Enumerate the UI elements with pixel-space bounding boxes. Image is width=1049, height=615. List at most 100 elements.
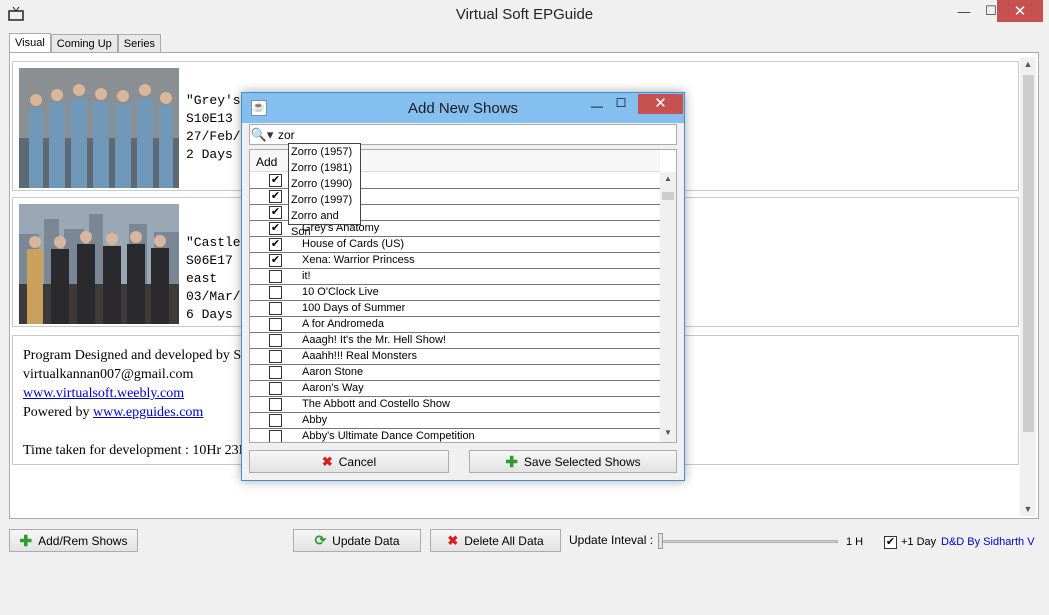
dialog-minimize-button[interactable]: —: [586, 99, 608, 115]
plus-one-day-label: +1 Day: [901, 536, 937, 548]
panel-scrollbar[interactable]: ▲ ▼: [1020, 57, 1036, 516]
add-checkbox[interactable]: [269, 398, 282, 411]
add-checkbox[interactable]: [269, 270, 282, 283]
tab-visual[interactable]: Visual: [9, 33, 51, 53]
plus-icon: ✚: [505, 453, 518, 471]
suggestion-item[interactable]: Zorro (1957): [289, 144, 360, 160]
window-title: Virtual Soft EPGuide: [455, 6, 594, 23]
dialog-title-bar: ☕ Add New Shows — ☐ ✕: [242, 93, 684, 123]
search-input[interactable]: [278, 126, 668, 143]
add-checkbox[interactable]: ✔: [269, 254, 282, 267]
suggestion-item[interactable]: Zorro (1990): [289, 176, 360, 192]
show-poster-image: [19, 68, 179, 188]
show-name: Aaahh!!! Real Monsters: [302, 350, 417, 362]
add-column-header[interactable]: Add: [256, 155, 277, 169]
close-button[interactable]: ✕: [997, 0, 1043, 22]
table-row[interactable]: it!: [250, 269, 660, 285]
suggestion-item[interactable]: Zorro and Son: [289, 208, 360, 238]
suggestion-item[interactable]: Zorro (1981): [289, 160, 360, 176]
add-checkbox[interactable]: [269, 318, 282, 331]
website-link[interactable]: www.virtualsoft.weebly.com: [23, 386, 184, 401]
show-name: A for Andromeda: [302, 318, 384, 330]
dialog-close-button[interactable]: ✕: [638, 94, 683, 114]
show-name: 100 Days of Summer: [302, 302, 406, 314]
search-icon[interactable]: 🔍▾: [250, 125, 274, 144]
dialog-maximize-button[interactable]: ☐: [610, 96, 632, 114]
add-checkbox[interactable]: [269, 414, 282, 427]
table-row[interactable]: Aaahh!!! Real Monsters: [250, 349, 660, 365]
about-text: Program Designed and developed by S virt…: [23, 346, 251, 460]
tab-series[interactable]: Series: [117, 34, 161, 53]
tab-coming-up[interactable]: Coming Up: [50, 34, 118, 53]
show-name: Abby: [302, 414, 328, 426]
refresh-icon: ⟳: [314, 532, 327, 548]
table-row[interactable]: Abby's Ultimate Dance Competition: [250, 429, 660, 442]
cancel-button[interactable]: ✖ Cancel: [249, 450, 449, 473]
table-row[interactable]: Aaagh! It's the Mr. Hell Show!: [250, 333, 660, 349]
scroll-down-icon[interactable]: ▼: [1020, 502, 1036, 516]
update-data-label: Update Data: [332, 533, 400, 548]
add-checkbox[interactable]: ✔: [269, 222, 282, 235]
table-row[interactable]: 100 Days of Summer: [250, 301, 660, 317]
scroll-thumb[interactable]: [662, 192, 674, 200]
save-selected-shows-button[interactable]: ✚ Save Selected Shows: [469, 450, 677, 473]
scroll-thumb[interactable]: [1023, 75, 1034, 432]
save-selected-shows-label: Save Selected Shows: [523, 454, 641, 469]
add-checkbox[interactable]: [269, 286, 282, 299]
update-data-button[interactable]: ⟳ Update Data: [293, 529, 421, 552]
cancel-label: Cancel: [338, 454, 377, 469]
show-name: Xena: Warrior Princess: [302, 254, 415, 266]
add-checkbox[interactable]: ✔: [269, 206, 282, 219]
show-name: The Abbott and Costello Show: [302, 398, 450, 410]
delete-all-data-button[interactable]: ✖ Delete All Data: [430, 529, 561, 552]
add-checkbox[interactable]: [269, 382, 282, 395]
show-name: Aaagh! It's the Mr. Hell Show!: [302, 334, 446, 346]
show-name: House of Cards (US): [302, 238, 405, 250]
powered-by-label: Powered by: [23, 405, 93, 420]
cancel-icon: ✖: [321, 453, 333, 469]
add-checkbox[interactable]: ✔: [269, 174, 282, 187]
update-interval-slider[interactable]: [660, 540, 838, 543]
add-rem-shows-label: Add/Rem Shows: [38, 533, 128, 548]
search-bar: 🔍▾: [249, 124, 677, 145]
add-rem-shows-button[interactable]: ✚ Add/Rem Shows: [9, 529, 138, 552]
table-row[interactable]: 10 O'Clock Live: [250, 285, 660, 301]
table-row[interactable]: Aaron Stone: [250, 365, 660, 381]
tab-strip: Visual Coming Up Series: [9, 33, 161, 53]
add-checkbox[interactable]: [269, 334, 282, 347]
list-scrollbar[interactable]: ▲ ▼: [660, 172, 676, 442]
table-row[interactable]: A for Andromeda: [250, 317, 660, 333]
table-row[interactable]: Aaron's Way: [250, 381, 660, 397]
table-row[interactable]: ✔ Xena: Warrior Princess: [250, 253, 660, 269]
table-row[interactable]: ✔ House of Cards (US): [250, 237, 660, 253]
slider-thumb[interactable]: [658, 533, 663, 549]
dev-time-text: Time taken for development : 10Hr 23M: [23, 443, 252, 458]
delete-all-data-label: Delete All Data: [464, 533, 544, 548]
show-details-text: "Castle S06E17 east 03/Mar/ 6 Days: [186, 235, 241, 322]
add-checkbox[interactable]: ✔: [269, 238, 282, 251]
scroll-down-icon[interactable]: ▼: [660, 428, 676, 440]
scroll-up-icon[interactable]: ▲: [1020, 57, 1036, 71]
epguides-link[interactable]: www.epguides.com: [93, 405, 203, 420]
table-row[interactable]: The Abbott and Costello Show: [250, 397, 660, 413]
add-checkbox[interactable]: ✔: [269, 190, 282, 203]
delete-icon: ✖: [447, 532, 459, 548]
add-checkbox[interactable]: [269, 350, 282, 363]
suggestion-item[interactable]: Zorro (1997): [289, 192, 360, 208]
plus-icon: ✚: [19, 532, 33, 550]
show-poster-image: [19, 204, 179, 324]
table-row[interactable]: Abby: [250, 413, 660, 429]
scroll-up-icon[interactable]: ▲: [660, 174, 676, 186]
add-checkbox[interactable]: [269, 430, 282, 442]
show-name: it!: [302, 270, 311, 282]
show-name: 10 O'Clock Live: [302, 286, 379, 298]
minimize-button[interactable]: —: [950, 0, 978, 22]
add-checkbox[interactable]: [269, 366, 282, 379]
add-checkbox[interactable]: [269, 302, 282, 315]
interval-value: 1 H: [846, 536, 864, 548]
update-interval-label: Update Inteval :: [569, 533, 654, 547]
show-name: Aaron Stone: [302, 366, 364, 378]
contact-email: virtualkannan007@gmail.com: [23, 367, 194, 382]
about-line: Program Designed and developed by S: [23, 348, 242, 363]
plus-one-day-checkbox[interactable]: ✔: [884, 536, 897, 549]
